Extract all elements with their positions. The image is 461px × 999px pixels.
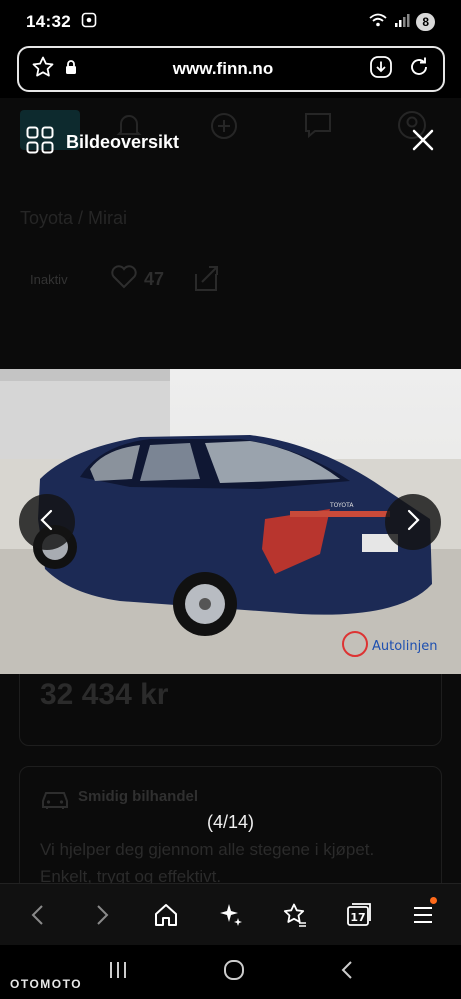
info-title: Smidig bilhandel xyxy=(78,788,199,805)
gallery-title[interactable]: Bildeoversikt xyxy=(66,132,179,153)
browser-toolbar: 17 xyxy=(0,883,461,945)
recents-icon[interactable] xyxy=(107,960,129,985)
status-time: 14:32 xyxy=(26,12,71,31)
back-nav-icon[interactable] xyxy=(339,959,355,986)
favorite-count: 47 xyxy=(110,264,164,295)
car-icon xyxy=(40,786,70,815)
menu-button[interactable] xyxy=(403,895,443,935)
signal-icon xyxy=(394,12,410,33)
download-icon[interactable] xyxy=(369,55,393,84)
url-bar[interactable]: www.finn.no xyxy=(17,46,445,92)
dealer-logo: Autolinjen xyxy=(372,639,438,654)
next-photo-button[interactable] xyxy=(385,494,441,550)
home-nav-icon[interactable] xyxy=(222,958,246,987)
screenshot-icon xyxy=(81,12,97,33)
chevron-left-icon xyxy=(38,508,56,537)
bookmarks-icon[interactable] xyxy=(275,895,315,935)
ad-status: Inaktiv xyxy=(30,272,68,287)
star-icon[interactable] xyxy=(31,55,55,84)
watermark: OTOMOTO xyxy=(10,977,83,991)
likes-value: 47 xyxy=(144,269,165,289)
price: 32 434 kr xyxy=(40,678,169,711)
grid-icon[interactable] xyxy=(26,126,54,159)
status-bar: 14:32 8 xyxy=(0,0,461,44)
info-body: Vi hjelper deg gjennom alle stegene i kj… xyxy=(40,840,375,883)
back-button[interactable] xyxy=(18,895,58,935)
brand-plate: TOYOTA xyxy=(329,502,354,509)
wifi-icon xyxy=(368,12,388,33)
sparkle-icon[interactable] xyxy=(210,895,250,935)
tabs-button[interactable]: 17 xyxy=(339,895,379,935)
notification-dot xyxy=(429,896,437,904)
home-icon[interactable] xyxy=(146,895,186,935)
forward-button[interactable] xyxy=(82,895,122,935)
previous-photo-button[interactable] xyxy=(19,494,75,550)
breadcrumb: Toyota / Mirai xyxy=(20,208,128,228)
chevron-right-icon xyxy=(404,508,422,537)
heart-icon xyxy=(110,264,138,295)
battery-indicator: 8 xyxy=(416,13,435,31)
tabs-count: 17 xyxy=(350,911,365,924)
reload-icon[interactable] xyxy=(407,55,431,84)
photo-counter: (4/14) xyxy=(206,812,255,832)
url-text[interactable]: www.finn.no xyxy=(77,59,369,79)
close-icon[interactable] xyxy=(411,128,435,157)
gallery-header: Bildeoversikt xyxy=(0,120,461,164)
share-icon xyxy=(190,262,222,299)
lock-icon xyxy=(65,59,77,79)
